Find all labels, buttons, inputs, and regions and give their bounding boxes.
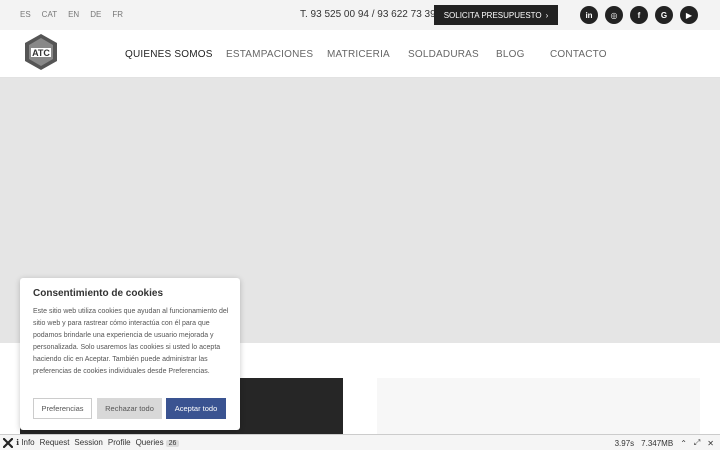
nav-estampaciones[interactable]: ESTAMPACIONES [226,49,327,60]
debug-tab-queries-label: Queries [135,438,164,447]
cookie-title: Consentimiento de cookies [33,288,164,299]
close-icon[interactable]: ✕ [707,439,714,448]
facebook-icon[interactable]: f [630,6,648,24]
linkedin-icon[interactable]: in [580,6,598,24]
debug-memory: 7.347MB [641,438,674,448]
top-bar: ES CAT EN DE FR T. 93 525 00 94 / 93 622… [0,0,720,30]
request-quote-label: SOLICITA PRESUPUESTO [443,10,542,20]
lang-de[interactable]: DE [90,10,101,19]
google-icon[interactable]: G [655,6,673,24]
atc-logo[interactable]: ATC [22,33,60,71]
debug-stats: 3.97s 7.347MB ⌃ ⤢ ✕ [615,438,714,448]
youtube-icon[interactable]: ▶ [680,6,698,24]
debug-time: 3.97s [614,438,635,448]
feature-card-light [377,378,700,434]
queries-count-badge: 26 [165,440,180,447]
debug-tab-info[interactable]: ℹ Info [16,438,35,447]
debug-toolbar: ℹ Info Request Session Profile Queries 26… [0,434,720,450]
lang-en[interactable]: EN [68,10,79,19]
expand-icon[interactable]: ⤢ [694,438,700,448]
nav-matriceria[interactable]: MATRICERIA [327,49,408,60]
social-links: in ◎ f G ▶ [580,6,698,24]
chevron-right-icon: › [545,10,549,20]
cookie-consent-dialog: Consentimiento de cookies Este sitio web… [20,278,240,430]
chevron-up-icon[interactable]: ⌃ [680,439,687,448]
nav-soldaduras[interactable]: SOLDADURAS [408,49,496,60]
nav-contacto[interactable]: CONTACTO [550,49,607,60]
instagram-icon[interactable]: ◎ [605,6,623,24]
phone-numbers: T. 93 525 00 94 / 93 622 73 39 [300,9,436,20]
debug-tabs: ℹ Info Request Session Profile Queries 26 [16,438,180,447]
preferences-button[interactable]: Preferencias [33,398,92,419]
lang-fr[interactable]: FR [112,10,123,19]
request-quote-button[interactable]: SOLICITA PRESUPUESTO › [434,5,558,25]
logo-text: ATC [32,48,50,58]
accept-all-button[interactable]: Aceptar todo [166,398,226,419]
debug-tab-session[interactable]: Session [74,438,102,447]
lang-cat[interactable]: CAT [42,10,57,19]
cookie-description: Este sitio web utiliza cookies que ayuda… [33,308,229,375]
nav-quienes-somos[interactable]: QUIENES SOMOS [125,49,226,60]
reject-all-button[interactable]: Rechazar todo [97,398,162,419]
debug-tab-info-label: Info [21,438,35,447]
debug-tab-profile[interactable]: Profile [108,438,131,447]
joomla-icon[interactable] [3,437,13,448]
debug-tab-queries[interactable]: Queries 26 [136,438,180,447]
main-nav: QUIENES SOMOS ESTAMPACIONES MATRICERIA S… [125,49,607,60]
debug-tab-request[interactable]: Request [40,438,70,447]
info-icon: ℹ [16,438,20,447]
language-switcher: ES CAT EN DE FR [20,10,123,19]
nav-blog[interactable]: BLOG [496,49,550,60]
lang-es[interactable]: ES [20,10,31,19]
